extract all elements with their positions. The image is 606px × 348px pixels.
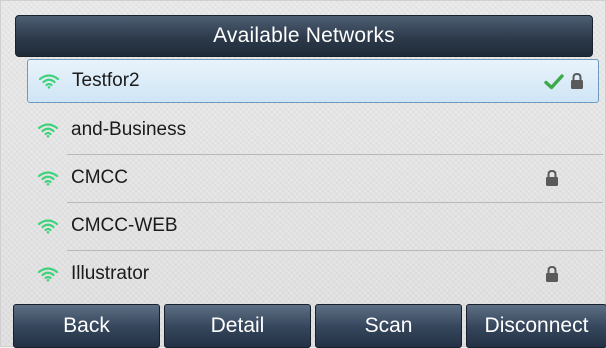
softkey-bar: Back Detail Scan Disconnect <box>13 301 606 348</box>
network-row-testfor2[interactable]: Testfor2 <box>27 59 599 103</box>
network-name: CMCC-WEB <box>71 214 178 236</box>
network-row-and-business[interactable]: and-Business <box>27 106 599 153</box>
network-name: and-Business <box>71 118 187 140</box>
wifi-icon <box>37 218 59 234</box>
page-title: Available Networks <box>213 24 395 47</box>
phone-screen: Available Networks Testfor2 and-Business… <box>0 0 606 348</box>
wifi-icon <box>37 266 59 282</box>
network-name: Testfor2 <box>72 70 140 91</box>
scan-button[interactable]: Scan <box>315 304 462 348</box>
lock-icon <box>571 72 583 89</box>
disconnect-button[interactable]: Disconnect <box>466 304 606 348</box>
detail-button[interactable]: Detail <box>164 304 311 348</box>
wifi-icon <box>37 122 59 138</box>
network-name: Illustrator <box>71 262 150 284</box>
network-row-cmcc-web[interactable]: CMCC-WEB <box>27 202 599 249</box>
network-status <box>544 72 584 90</box>
back-button[interactable]: Back <box>13 304 160 348</box>
network-name: CMCC <box>71 166 128 188</box>
lock-icon <box>546 169 558 186</box>
network-status <box>545 169 559 186</box>
network-row-cmcc[interactable]: CMCC <box>27 154 599 201</box>
network-list: Testfor2 and-Business CMCC CMCC-WEB Illu… <box>27 59 603 297</box>
lock-icon <box>546 265 558 282</box>
wifi-icon <box>37 170 59 186</box>
check-icon <box>544 73 564 89</box>
network-status <box>545 265 559 282</box>
title-bar: Available Networks <box>15 15 593 57</box>
network-row-illustrator[interactable]: Illustrator <box>27 250 599 297</box>
wifi-icon <box>38 74 60 89</box>
